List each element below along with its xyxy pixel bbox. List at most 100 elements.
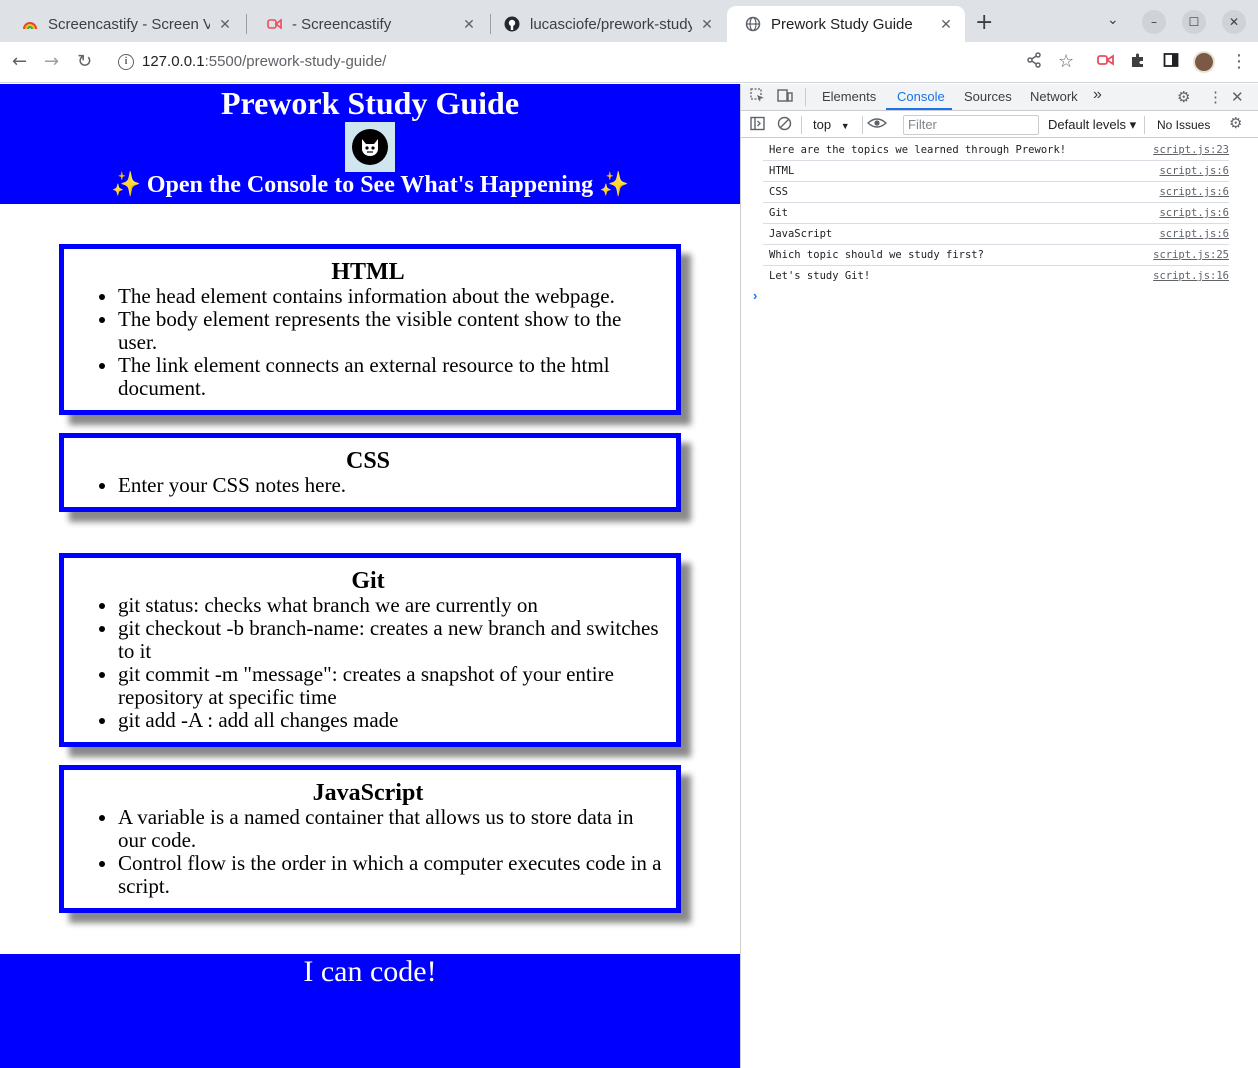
back-icon[interactable]: ← (12, 52, 27, 72)
list-item: git status: checks what branch we are cu… (118, 594, 664, 617)
divider (805, 88, 806, 106)
page-title: Prework Study Guide (220, 85, 520, 121)
page-footer: I can code! (0, 954, 740, 1068)
console-message: HTML script.js:6 (763, 161, 1229, 182)
close-icon[interactable]: ✕ (937, 16, 955, 33)
divider (862, 116, 863, 134)
browser-tab[interactable]: Screencastify - Screen Vid ✕ (4, 6, 244, 42)
bookmark-star-icon[interactable]: ☆ (1058, 52, 1074, 72)
section-heading: HTML (331, 259, 405, 285)
notes-list: git status: checks what branch we are cu… (72, 594, 664, 732)
source-link[interactable]: script.js:6 (1159, 186, 1229, 198)
cat-logo-icon (352, 129, 388, 165)
screencastify-rainbow-icon (22, 16, 38, 32)
source-link[interactable]: script.js:6 (1159, 165, 1229, 177)
context-label: top (813, 117, 832, 132)
tab-strip: Screencastify - Screen Vid ✕ - Screencas… (0, 0, 1258, 44)
side-panel-icon[interactable] (1163, 52, 1179, 73)
browser-tab-active[interactable]: Prework Study Guide ✕ (727, 6, 965, 42)
list-item: git add -A : add all changes made (118, 709, 664, 732)
sidebar-toggle-icon[interactable] (750, 116, 765, 134)
log-text: JavaScript (769, 228, 833, 240)
console-prompt-input[interactable]: › (753, 288, 757, 303)
list-item: A variable is a named container that all… (118, 806, 664, 852)
divider (1144, 116, 1145, 134)
maximize-icon[interactable]: ☐ (1182, 10, 1206, 34)
section-card-html: HTML The head element contains informati… (59, 244, 681, 415)
close-window-icon[interactable]: ✕ (1222, 10, 1246, 34)
extensions-puzzle-icon[interactable] (1130, 52, 1146, 73)
tab-console[interactable]: Console (897, 89, 945, 104)
notes-list: A variable is a named container that all… (72, 806, 664, 898)
address-bar[interactable]: i 127.0.0.1:5500/prework-study-guide/ (108, 47, 1248, 78)
url-text[interactable]: 127.0.0.1:5500/prework-study-guide/ (142, 53, 386, 70)
url-path: :5500/prework-study-guide/ (204, 53, 387, 70)
tab-separator (246, 14, 247, 34)
console-log-area: Here are the topics we learned through P… (741, 140, 1258, 303)
devtools-panel: Elements Console Sources Network » ⚙ ⋮ ✕… (740, 84, 1258, 1068)
profile-avatar[interactable] (1193, 51, 1215, 73)
console-filter-input[interactable]: Filter (903, 115, 1039, 135)
log-text: Git (769, 207, 788, 219)
dropdown-triangle-icon: ▼ (840, 121, 850, 131)
devtools-menu-icon[interactable]: ⋮ (1208, 88, 1223, 106)
console-message: Here are the topics we learned through P… (763, 140, 1229, 161)
section-heading: JavaScript (312, 780, 424, 806)
close-icon[interactable]: ✕ (698, 16, 716, 33)
divider (801, 116, 802, 134)
tab-title: Screencastify - Screen Vid (48, 15, 210, 33)
tab-sources[interactable]: Sources (964, 89, 1012, 104)
browser-tab[interactable]: lucasciofe/prework-study ✕ (486, 6, 726, 42)
settings-gear-icon[interactable]: ⚙ (1177, 88, 1190, 106)
tab-title: Prework Study Guide (771, 15, 913, 33)
menu-kebab-icon[interactable]: ⋮ (1230, 52, 1248, 72)
url-host: 127.0.0.1 (142, 53, 205, 70)
list-item: git checkout -b branch-name: creates a n… (118, 617, 664, 663)
tab-search-icon[interactable]: ⌄ (1107, 12, 1119, 28)
console-message: CSS script.js:6 (763, 182, 1229, 203)
new-tab-button[interactable]: + (975, 12, 993, 34)
live-expression-eye-icon[interactable] (866, 115, 888, 134)
globe-icon (745, 16, 761, 32)
log-text: CSS (769, 186, 788, 198)
source-link[interactable]: script.js:25 (1153, 249, 1229, 261)
tab-title: lucasciofe/prework-study (530, 15, 692, 33)
console-message: Let's study Git! script.js:16 (763, 266, 1229, 287)
reload-icon[interactable]: ↻ (77, 52, 92, 72)
console-settings-gear-icon[interactable]: ⚙ (1229, 114, 1242, 132)
source-link[interactable]: script.js:16 (1153, 270, 1229, 282)
tab-elements[interactable]: Elements (822, 89, 876, 104)
info-icon[interactable]: i (118, 54, 134, 70)
source-link[interactable]: script.js:23 (1153, 144, 1229, 156)
minimize-icon[interactable]: – (1142, 10, 1166, 34)
close-icon[interactable]: ✕ (216, 16, 234, 33)
more-tabs-icon[interactable]: » (1093, 86, 1102, 104)
inspect-element-icon[interactable] (750, 88, 765, 107)
context-selector[interactable]: top ▼ (813, 117, 850, 132)
forward-icon[interactable]: → (44, 52, 59, 72)
clear-console-icon[interactable] (777, 116, 792, 134)
issues-counter[interactable]: No Issues (1157, 118, 1210, 132)
tab-network[interactable]: Network (1030, 89, 1078, 104)
log-levels-dropdown[interactable]: Default levels ▾ (1048, 117, 1136, 133)
browser-toolbar: ← → ↻ i 127.0.0.1:5500/prework-study-gui… (0, 42, 1258, 83)
screencastify-icon (266, 16, 282, 32)
section-heading: Git (351, 568, 385, 594)
active-tab-indicator (886, 108, 952, 110)
page-header: Prework Study Guide ✨ Open the Console t… (0, 84, 740, 204)
list-item: git commit -m "message": creates a snaps… (118, 663, 664, 709)
list-item: The body element represents the visible … (118, 308, 664, 354)
share-icon[interactable] (1026, 52, 1042, 73)
log-text: Here are the topics we learned through P… (769, 144, 1067, 156)
screencastify-extension-icon[interactable] (1097, 52, 1115, 73)
source-link[interactable]: script.js:6 (1159, 228, 1229, 240)
source-link[interactable]: script.js:6 (1159, 207, 1229, 219)
close-devtools-icon[interactable]: ✕ (1231, 88, 1244, 106)
close-icon[interactable]: ✕ (460, 16, 478, 33)
browser-tab[interactable]: - Screencastify ✕ (248, 6, 488, 42)
notes-list: The head element contains information ab… (72, 285, 664, 400)
device-toolbar-icon[interactable] (777, 88, 793, 107)
section-card-git: Git git status: checks what branch we ar… (59, 553, 681, 747)
console-toolbar: top ▼ Filter Default levels ▾ No Issues … (741, 112, 1258, 138)
section-card-css: CSS Enter your CSS notes here. (59, 433, 681, 512)
